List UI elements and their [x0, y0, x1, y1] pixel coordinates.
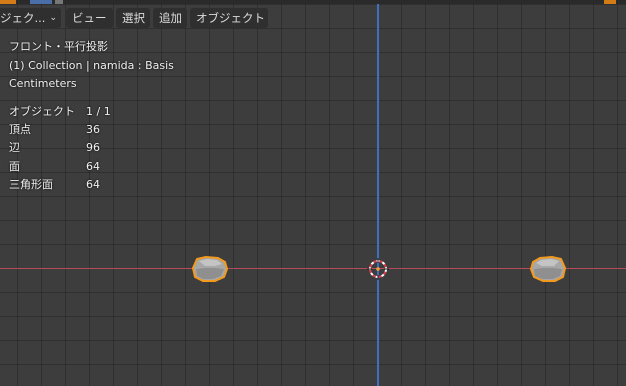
tab-indicator[interactable] — [55, 0, 63, 4]
stat-value: 64 — [86, 177, 100, 191]
mode-label: ジェク... — [0, 11, 46, 25]
stat-row-faces: 面 64 — [9, 158, 111, 176]
stat-label: オブジェクト — [9, 105, 75, 118]
viewport-header: ジェク... ⌄ ビュー 選択 追加 オブジェクト — [0, 0, 626, 30]
tab-indicator[interactable] — [30, 0, 52, 4]
stat-row-vertices: 頂点 36 — [9, 121, 111, 139]
stat-row-edges: 辺 96 — [9, 139, 111, 157]
selected-mesh-object-right[interactable] — [529, 256, 567, 283]
collection-info: (1) Collection | namida : Basis — [9, 58, 174, 72]
stat-value: 96 — [86, 141, 100, 155]
3d-viewport[interactable]: ジェク... ⌄ ビュー 選択 追加 オブジェクト フロント・平行投影 (1) … — [0, 0, 626, 386]
stat-row-objects: オブジェクト 1 / 1 — [9, 103, 111, 121]
tab-indicator-active[interactable] — [0, 0, 16, 4]
top-tab-strip — [0, 0, 626, 4]
mode-select-dropdown[interactable]: ジェク... ⌄ — [0, 8, 61, 28]
stat-value: 64 — [86, 159, 100, 173]
view-name: フロント・平行投影 — [9, 40, 108, 53]
corner-icon[interactable] — [604, 0, 616, 4]
stat-value: 1 / 1 — [86, 105, 111, 118]
stat-label: 面 — [9, 159, 20, 173]
stat-label: 辺 — [9, 141, 20, 155]
statistics-overlay: オブジェクト 1 / 1 頂点 36 辺 96 面 64 三角形面 64 — [9, 103, 111, 194]
z-axis-line — [377, 0, 379, 386]
viewport-info-overlay: フロント・平行投影 (1) Collection | namida : Basi… — [9, 38, 174, 94]
object-menu-button[interactable]: オブジェクト — [190, 8, 268, 28]
3d-cursor-icon[interactable] — [367, 258, 389, 280]
chevron-down-icon: ⌄ — [49, 13, 57, 23]
unit-system: Centimeters — [9, 77, 77, 90]
stat-label: 三角形面 — [9, 177, 53, 191]
add-menu-button[interactable]: 追加 — [153, 8, 187, 28]
stat-row-triangles: 三角形面 64 — [9, 176, 111, 194]
select-menu-button[interactable]: 選択 — [116, 8, 150, 28]
stat-label: 頂点 — [9, 123, 31, 137]
selected-mesh-object-left[interactable] — [191, 256, 229, 283]
view-menu-button[interactable]: ビュー — [66, 8, 113, 28]
stat-value: 36 — [86, 123, 100, 137]
